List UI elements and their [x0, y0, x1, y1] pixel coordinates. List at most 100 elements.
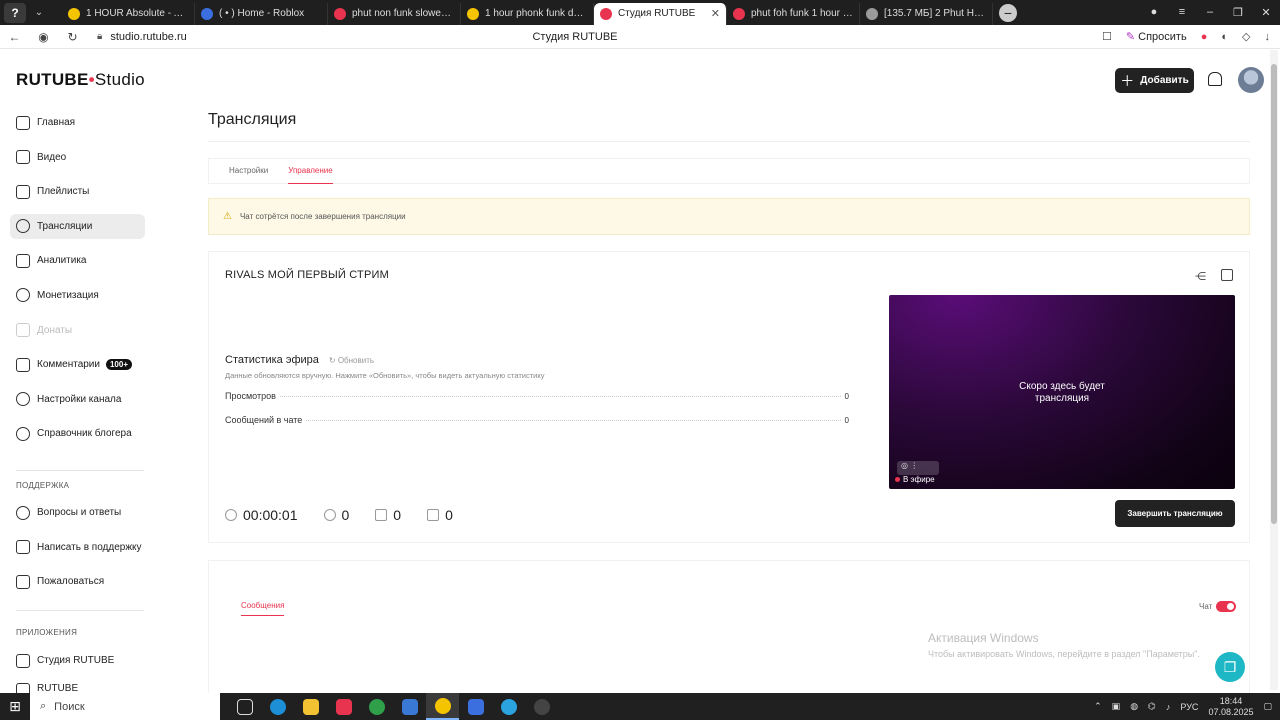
sidebar-divider [16, 470, 144, 471]
chrome-icon[interactable] [360, 693, 393, 720]
info-icon [16, 426, 30, 441]
playlist-icon [16, 184, 30, 199]
store-icon[interactable] [393, 693, 426, 720]
close-window-icon[interactable]: ✕ [1252, 6, 1280, 19]
new-tab-button[interactable]: − [999, 3, 1017, 22]
download-icon[interactable]: ↓ [1265, 31, 1271, 43]
page-scrollbar[interactable] [1270, 50, 1278, 690]
windows-start-icon[interactable]: ⊞ [0, 698, 30, 715]
sidebar-item-faq[interactable]: Вопросы и ответы [10, 500, 145, 525]
reload-icon[interactable]: ↻ [58, 30, 87, 44]
browser-tab[interactable]: 1 HOUR Absolute - AURA [62, 2, 195, 25]
support-section-title: ПОДДЕРЖКА [16, 481, 70, 490]
sidebar-item-write-support[interactable]: Написать в поддержку [10, 535, 145, 560]
sidebar-item-report[interactable]: Пожаловаться [10, 569, 145, 594]
yandex-icon[interactable] [327, 693, 360, 720]
tab-favicon-icon [866, 7, 878, 20]
sidebar-item-comments[interactable]: Комментарии 100+ [10, 352, 145, 377]
tab-favicon-icon [68, 7, 80, 20]
language-indicator[interactable]: РУС [1180, 702, 1198, 712]
scrollbar-thumb[interactable] [1271, 64, 1277, 524]
add-button[interactable]: ＋ Добавить [1115, 68, 1194, 93]
sidebar-item-monetization[interactable]: Монетизация [10, 283, 145, 308]
end-stream-button[interactable]: Завершить трансляцию [1115, 500, 1235, 527]
share-icon[interactable]: ⋲ [1195, 270, 1207, 283]
extension-icon[interactable]: ◇ [1242, 30, 1250, 43]
browser-tab[interactable]: 1 hour phonk funk do bou [461, 2, 594, 25]
sidebar-item-home[interactable]: Главная [10, 110, 145, 135]
warning-icon: ⚠ [223, 211, 232, 222]
avatar[interactable] [1238, 67, 1264, 93]
close-icon[interactable]: ✕ [711, 7, 720, 20]
browser-tab[interactable]: ( • ) Home - Roblox [195, 2, 328, 25]
taskbar-clock[interactable]: 18:44 07.08.2025 [1208, 696, 1253, 718]
help-chat-button[interactable]: ❐ [1215, 652, 1245, 682]
sidebar-item-playlists[interactable]: Плейлисты [10, 179, 145, 204]
yandex-browser-icon[interactable] [426, 693, 459, 720]
rutube-studio-logo[interactable]: RUTUBE•Studio [16, 70, 145, 90]
notifications-icon[interactable]: ▢ [1263, 701, 1272, 712]
stream-tabs: Настройки Управление [208, 158, 1250, 184]
tab-favicon-icon [467, 7, 479, 20]
tray-app-icon[interactable]: ▣ [1112, 701, 1121, 712]
tray-chevron-icon[interactable]: ⌃ [1094, 701, 1102, 712]
extension-icon[interactable]: ◐ [1221, 31, 1228, 43]
obs-icon[interactable] [525, 693, 558, 720]
task-view-icon[interactable] [228, 693, 261, 720]
analytics-icon [16, 253, 30, 268]
leader-dots [279, 396, 841, 397]
tab-messages[interactable]: Сообщения [241, 601, 285, 616]
stat-row-chat-messages: Сообщений в чате 0 [225, 415, 849, 425]
chat-toggle[interactable] [1216, 601, 1236, 612]
sidebar-item-blogger-guide[interactable]: Справочник блогера [10, 421, 145, 446]
live-dot-icon [895, 477, 900, 482]
volume-icon[interactable]: ♪ [1166, 702, 1171, 712]
dislikes-meter: 0 [427, 507, 453, 523]
duration-meter: 00:00:01 [225, 507, 298, 523]
menu-icon[interactable]: ≡ [1168, 6, 1196, 19]
taskbar-search[interactable]: ⌕ Поиск [30, 693, 220, 720]
bell-icon[interactable] [1208, 72, 1222, 86]
stat-row-views: Просмотров 0 [225, 391, 849, 401]
ruble-icon [16, 288, 30, 303]
tab-management[interactable]: Управление [288, 158, 333, 184]
browser-tab-active[interactable]: Студия RUTUBE ✕ [594, 2, 727, 25]
edge-icon[interactable] [261, 693, 294, 720]
browser-tab[interactable]: phut foh funk 1 hour dow [727, 2, 860, 25]
network-icon[interactable]: ⌬ [1148, 701, 1156, 712]
tray-app-icon[interactable]: ◍ [1130, 701, 1138, 712]
extension-icon[interactable]: ● [1201, 31, 1208, 43]
video-icon [16, 150, 30, 165]
bookmark-icon[interactable]: ☐ [1102, 30, 1112, 43]
sidebar: Главная Видео Плейлисты Трансляции Анали… [10, 110, 145, 456]
sidebar-item-channel-settings[interactable]: Настройки канала [10, 387, 145, 412]
explorer-icon[interactable] [294, 693, 327, 720]
roblox-studio-icon[interactable] [459, 693, 492, 720]
player-controls[interactable]: ◎ ⋮ [897, 461, 939, 475]
tab-favicon-icon [733, 7, 745, 20]
browser-tab[interactable]: phut non funk slowed 2 1 [328, 2, 461, 25]
ask-button[interactable]: ✎ Спросить [1126, 30, 1187, 43]
url-field[interactable]: 🔒︎ studio.rutube.ru [97, 31, 187, 43]
sidebar-item-video[interactable]: Видео [10, 145, 145, 170]
sidebar-item-streams[interactable]: Трансляции [10, 213, 145, 239]
refresh-button[interactable]: ↻ Обновить [329, 356, 374, 365]
browser-menu-button[interactable]: ? [4, 2, 26, 23]
restore-icon[interactable]: ❐ [1224, 6, 1252, 19]
sidebar-item-analytics[interactable]: Аналитика [10, 248, 145, 273]
protect-icon[interactable]: ◉ [29, 30, 58, 44]
taskbar-apps [228, 693, 558, 720]
back-icon[interactable]: ← [0, 30, 29, 44]
downloads-icon[interactable]: ● [1140, 6, 1168, 19]
sidebar-divider [16, 610, 144, 611]
windows-activation-watermark: Активация Windows Чтобы активировать Win… [928, 631, 1200, 659]
stream-preview-player[interactable]: Скоро здесь будет трансляция ◎ ⋮ В эфире [889, 295, 1235, 489]
telegram-icon[interactable] [492, 693, 525, 720]
open-external-icon[interactable] [1221, 269, 1233, 281]
minimize-icon[interactable]: – [1196, 6, 1224, 19]
tab-settings[interactable]: Настройки [229, 158, 268, 184]
stats-header: Статистика эфира ↻ Обновить [225, 354, 374, 366]
sidebar-item-studio-app[interactable]: Студия RUTUBE [10, 648, 145, 673]
browser-tab[interactable]: [135.7 МБ] 2 Phut Hon Fu [860, 2, 993, 25]
chevron-down-icon[interactable]: ⌄ [30, 7, 48, 18]
